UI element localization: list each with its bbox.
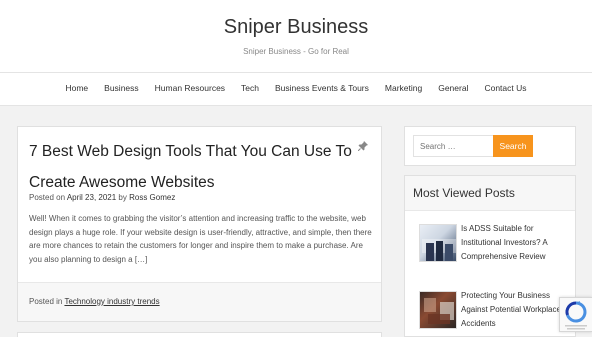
most-viewed-item-title[interactable]: Is ADSS Suitable for Institutional Inves… [461,222,561,264]
main-navigation: Home Business Human Resources Tech Busin… [0,72,592,106]
nav-item-contact-us[interactable]: Contact Us [484,83,526,93]
search-button[interactable]: Search [493,135,533,157]
post-meta: Posted on April 23, 2021 by Ross Gomez [29,193,175,202]
recaptcha-icon [560,301,592,337]
nav-item-business-events-tours[interactable]: Business Events & Tours [275,83,369,93]
nav-item-general[interactable]: General [438,83,468,93]
post-card: 7 Best Web Design Tools That You Can Use… [17,126,382,322]
post-footer: Posted in Technology industry trends [18,282,381,321]
posted-in-label: Posted in [29,297,63,306]
nav-item-marketing[interactable]: Marketing [385,83,422,93]
author-link[interactable]: Ross Gomez [129,193,175,202]
most-viewed-widget: Most Viewed Posts Is ADSS Suitable for I… [404,175,576,337]
pin-icon [357,141,368,154]
posted-on-label: Posted on [29,193,66,202]
post-thumbnail[interactable] [419,291,457,329]
post-excerpt: Well! When it comes to grabbing the visi… [29,214,372,264]
category-link[interactable]: Technology industry trends [64,297,159,306]
post-title[interactable]: 7 Best Web Design Tools That You Can Use… [29,136,359,198]
post-date-link[interactable]: April 23, 2021 [67,193,116,202]
next-post-card [17,332,382,337]
site-tagline: Sniper Business - Go for Real [243,47,349,56]
recaptcha-badge[interactable] [559,297,592,332]
post-thumbnail[interactable] [419,224,457,262]
most-viewed-item-title[interactable]: Protecting Your Business Against Potenti… [461,289,561,331]
nav-item-human-resources[interactable]: Human Resources [155,83,225,93]
search-widget: Search [404,126,576,166]
widget-title: Most Viewed Posts [405,176,575,211]
nav-item-tech[interactable]: Tech [241,83,259,93]
site-header: Sniper Business Sniper Business - Go for… [0,0,592,72]
nav-item-home[interactable]: Home [65,83,88,93]
nav-item-business[interactable]: Business [104,83,139,93]
site-title[interactable]: Sniper Business [0,16,592,39]
search-input[interactable] [413,135,495,157]
by-label: by [118,193,127,202]
